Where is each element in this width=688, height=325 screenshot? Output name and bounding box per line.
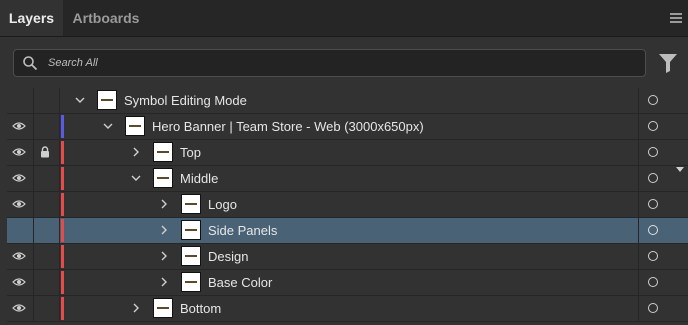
layer-color-bar (61, 271, 64, 294)
layer-name[interactable]: Side Panels (208, 218, 277, 243)
column-divider (638, 114, 639, 139)
eye-icon[interactable] (12, 147, 26, 157)
chevron-right-icon[interactable] (131, 147, 141, 157)
layer-row[interactable]: Bottom (7, 296, 688, 322)
panel-tab-bar: Layers Artboards (0, 0, 688, 37)
layer-row[interactable]: Middle (7, 166, 688, 192)
column-divider (638, 166, 639, 191)
layer-thumbnail (153, 298, 173, 318)
column-divider (59, 88, 60, 113)
target-circle-icon[interactable] (648, 251, 658, 261)
layer-thumbnail (181, 194, 201, 214)
column-divider (33, 166, 34, 191)
column-divider (638, 88, 639, 113)
column-divider (33, 192, 34, 217)
column-divider (33, 244, 34, 269)
column-divider (59, 140, 60, 165)
layer-row[interactable]: Base Color (7, 270, 688, 296)
eye-icon[interactable] (12, 173, 26, 183)
column-divider (638, 218, 639, 243)
eye-icon[interactable] (12, 251, 26, 261)
layer-color-bar (61, 219, 64, 242)
chevron-right-icon[interactable] (159, 251, 169, 261)
column-divider (638, 192, 639, 217)
column-divider (59, 218, 60, 243)
layer-thumbnail (97, 90, 117, 110)
layer-thumbnail (181, 272, 201, 292)
eye-icon[interactable] (12, 199, 26, 209)
layer-name[interactable]: Hero Banner | Team Store - Web (3000x650… (152, 114, 424, 139)
layer-row[interactable]: Side Panels (7, 218, 688, 244)
layer-color-bar (61, 167, 64, 190)
target-circle-icon[interactable] (648, 225, 658, 235)
column-divider (33, 218, 34, 243)
layer-color-bar (61, 193, 64, 216)
column-divider (33, 296, 34, 321)
layer-color-bar (61, 141, 64, 164)
target-circle-icon[interactable] (648, 147, 658, 157)
column-divider (59, 296, 60, 321)
layer-color-bar (61, 115, 64, 138)
layer-name[interactable]: Base Color (208, 270, 272, 295)
column-divider (638, 270, 639, 295)
eye-icon[interactable] (12, 303, 26, 313)
search-input[interactable] (48, 50, 628, 76)
chevron-right-icon[interactable] (131, 303, 141, 313)
layer-name[interactable]: Bottom (180, 296, 221, 321)
layer-color-bar (61, 245, 64, 268)
column-divider (59, 192, 60, 217)
lock-icon[interactable] (40, 146, 50, 158)
layer-name[interactable]: Symbol Editing Mode (124, 88, 247, 113)
column-divider (33, 270, 34, 295)
column-divider (638, 244, 639, 269)
layer-row[interactable]: Hero Banner | Team Store - Web (3000x650… (7, 114, 688, 140)
layer-row[interactable]: Symbol Editing Mode (7, 88, 688, 114)
layer-thumbnail (181, 220, 201, 240)
layer-row[interactable]: Top (7, 140, 688, 166)
panel-menu-icon[interactable] (670, 13, 682, 23)
layer-name[interactable]: Logo (208, 192, 237, 217)
chevron-right-icon[interactable] (159, 199, 169, 209)
current-layer-indicator (676, 167, 684, 172)
search-icon (23, 56, 38, 71)
layer-row[interactable]: Logo (7, 192, 688, 218)
column-divider (33, 140, 34, 165)
target-circle-icon[interactable] (648, 303, 658, 313)
chevron-down-icon[interactable] (131, 173, 141, 183)
eye-icon[interactable] (12, 121, 26, 131)
layer-row[interactable]: Design (7, 244, 688, 270)
layer-name[interactable]: Design (208, 244, 248, 269)
search-box (13, 49, 646, 77)
chevron-right-icon[interactable] (159, 225, 169, 235)
tab-layers[interactable]: Layers (0, 0, 63, 36)
layer-name[interactable]: Top (180, 140, 201, 165)
column-divider (59, 270, 60, 295)
column-divider (59, 166, 60, 191)
chevron-down-icon[interactable] (103, 121, 113, 131)
eye-icon[interactable] (12, 277, 26, 287)
layer-thumbnail (153, 142, 173, 162)
target-circle-icon[interactable] (648, 95, 658, 105)
target-circle-icon[interactable] (648, 199, 658, 209)
column-divider (638, 296, 639, 321)
column-divider (33, 114, 34, 139)
target-circle-icon[interactable] (648, 121, 658, 131)
column-divider (638, 140, 639, 165)
target-circle-icon[interactable] (648, 173, 658, 183)
layer-thumbnail (181, 246, 201, 266)
column-divider (33, 88, 34, 113)
target-circle-icon[interactable] (648, 277, 658, 287)
layer-name[interactable]: Middle (180, 166, 218, 191)
column-divider (59, 244, 60, 269)
layer-color-bar (61, 297, 64, 320)
chevron-right-icon[interactable] (159, 277, 169, 287)
layer-thumbnail (125, 116, 145, 136)
layer-thumbnail (153, 168, 173, 188)
filter-icon[interactable] (659, 54, 677, 73)
column-divider (59, 114, 60, 139)
tab-artboards[interactable]: Artboards (63, 0, 149, 36)
layers-list: Symbol Editing Mode Hero Banner | Team St… (7, 88, 688, 322)
chevron-down-icon[interactable] (75, 95, 85, 105)
